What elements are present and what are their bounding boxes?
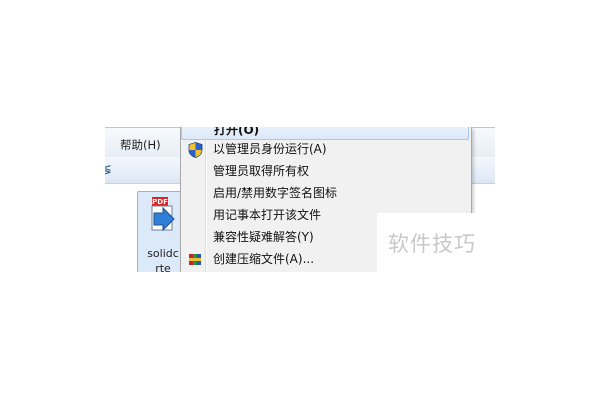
winrar-archive-icon [188, 252, 203, 272]
convert-arrow-icon [151, 205, 177, 237]
toolbar-arrows-icon[interactable]: ≶ [105, 163, 112, 178]
menu-item-toggle-signature-icon[interactable]: 启用/禁用数字签名图标 [181, 183, 469, 204]
file-name-label: solidc rte [147, 247, 179, 272]
screenshot-crop: 帮助(H) ≶ PDF solidc rte 打开(O) 以管理员身份运行(A)… [105, 127, 495, 272]
watermark-text: 软件技巧 [388, 232, 476, 256]
menu-item-run-as-admin[interactable]: 以管理员身份运行(A) [181, 139, 469, 160]
menu-help[interactable]: 帮助(H) [120, 137, 161, 153]
menu-item-take-ownership[interactable]: 管理员取得所有权 [181, 161, 469, 182]
